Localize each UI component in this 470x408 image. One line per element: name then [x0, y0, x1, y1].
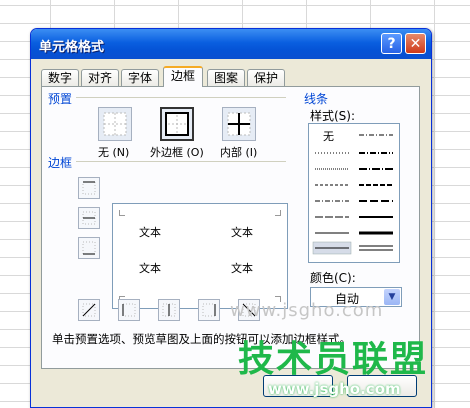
presets-divider	[76, 97, 286, 98]
line-style-label: 样式(S):	[310, 109, 356, 123]
border-right-button[interactable]	[198, 299, 220, 321]
tab-patterns[interactable]: 图案	[207, 69, 245, 86]
line-section-label: 线条	[304, 92, 329, 106]
border-middle-horizontal-button[interactable]	[78, 207, 100, 229]
tab-font[interactable]: 字体	[121, 69, 159, 86]
border-preview[interactable]: 文本 文本 文本 文本	[112, 203, 288, 309]
border-tab-panel: 预置 无 (N) 外边框 (O) 内部 (I) 边框 文本 文本 文本 文本 线…	[41, 86, 420, 369]
border-right-icon	[202, 303, 216, 317]
preset-inside-icon	[227, 112, 251, 136]
tab-number[interactable]: 数字	[41, 69, 79, 86]
close-button[interactable]: ✕	[405, 33, 426, 54]
watermark-faint-text: www.jsgho.com	[230, 300, 384, 321]
preview-corner-tl	[119, 210, 125, 216]
tab-border[interactable]: 边框	[163, 66, 203, 87]
preview-text-4: 文本	[231, 262, 253, 275]
preset-inside-button[interactable]	[222, 107, 256, 141]
border-bottom-button[interactable]	[78, 237, 100, 259]
preset-none-label: 无 (N)	[98, 146, 130, 159]
preset-outline-button[interactable]	[160, 107, 194, 141]
watermark-brand: 技术员联盟	[238, 339, 429, 380]
diagonal-up-icon	[82, 303, 96, 317]
border-middle-horizontal-icon	[82, 211, 96, 225]
border-left-icon	[122, 303, 136, 317]
border-top-button[interactable]	[78, 177, 100, 199]
border-diagonal-up-button[interactable]	[78, 299, 100, 321]
preset-outline-label: 外边框 (O)	[150, 146, 204, 159]
preset-inside-label: 内部 (I)	[220, 146, 258, 159]
border-left-button[interactable]	[118, 299, 140, 321]
presets-section-label: 预置	[48, 92, 73, 106]
watermark-url: www.jsgho.com	[268, 380, 401, 398]
title-bar: 单元格格式 ? ✕	[31, 29, 431, 59]
preset-none-icon	[103, 112, 127, 136]
border-middle-vertical-button[interactable]	[158, 299, 180, 321]
border-section-label: 边框	[48, 156, 73, 170]
preset-outline-icon	[165, 112, 189, 136]
border-divider	[76, 161, 286, 162]
border-top-icon	[82, 181, 96, 195]
line-style-list[interactable]: 无	[308, 123, 400, 263]
preview-text-3: 文本	[139, 262, 161, 275]
help-button[interactable]: ?	[381, 33, 402, 54]
line-style-swatches[interactable]	[309, 124, 399, 262]
border-bottom-icon	[82, 241, 96, 255]
chevron-down-icon[interactable]: ▼	[384, 289, 400, 305]
preset-none-button[interactable]	[98, 107, 132, 141]
preview-text-2: 文本	[231, 226, 253, 239]
preview-text-1: 文本	[139, 226, 161, 239]
tab-alignment[interactable]: 对齐	[81, 69, 119, 86]
border-middle-vertical-icon	[162, 303, 176, 317]
tab-protection[interactable]: 保护	[247, 69, 285, 86]
preview-corner-tr	[275, 210, 281, 216]
dialog-title: 单元格格式	[39, 40, 105, 55]
line-color-label: 颜色(C):	[310, 271, 356, 285]
